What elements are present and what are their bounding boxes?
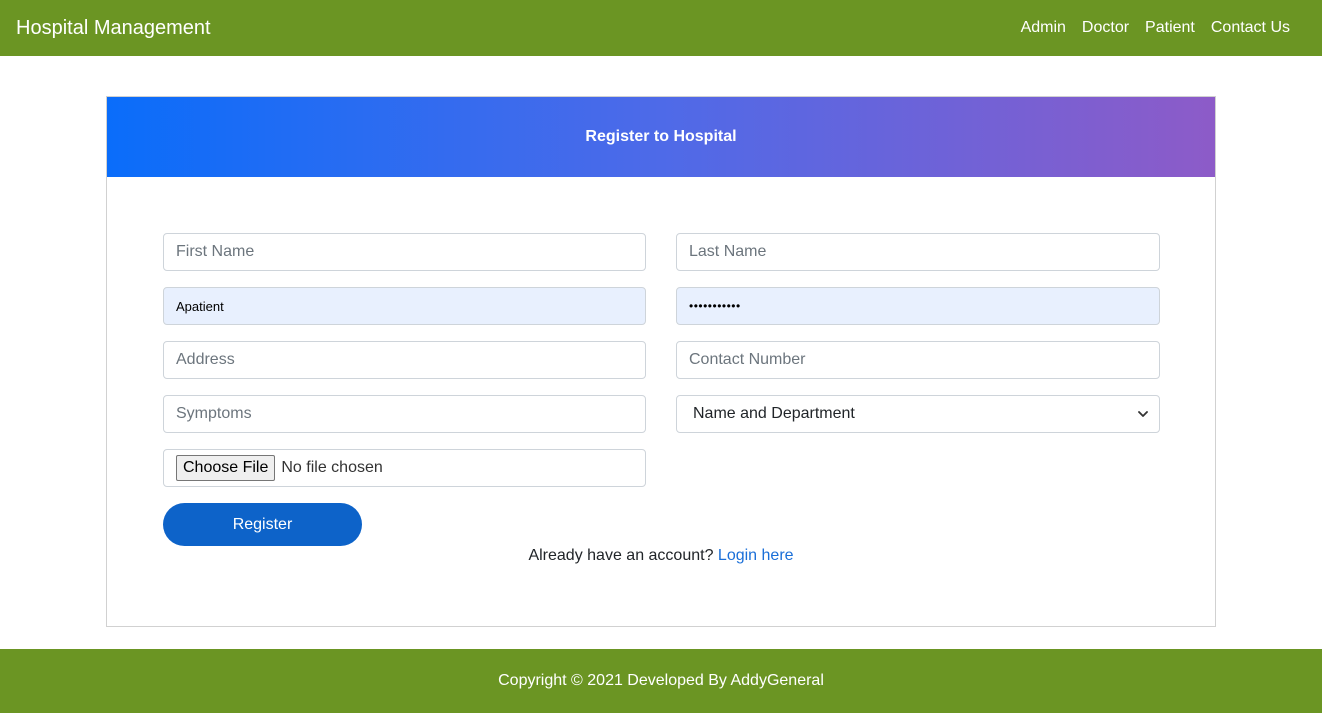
nav-link-admin[interactable]: Admin: [1013, 19, 1074, 37]
nav-link-contact-us[interactable]: Contact Us: [1203, 19, 1298, 37]
contact-number-input[interactable]: Contact Number: [676, 341, 1160, 379]
nav-links: Admin Doctor Patient Contact Us: [1013, 19, 1298, 37]
card-header: Register to Hospital: [107, 97, 1215, 177]
top-navbar: Hospital Management Admin Doctor Patient…: [0, 0, 1322, 56]
login-link[interactable]: Login here: [718, 547, 794, 564]
chevron-down-icon: [1138, 411, 1148, 417]
file-status-text: No file chosen: [281, 459, 383, 476]
contact-number-placeholder: Contact Number: [689, 351, 806, 368]
register-title: Register to Hospital: [585, 128, 737, 145]
username-input[interactable]: Apatient: [163, 287, 646, 325]
address-input[interactable]: Address: [163, 341, 646, 379]
username-value: Apatient: [176, 298, 224, 314]
department-select[interactable]: Name and Department: [676, 395, 1160, 433]
brand-link[interactable]: Hospital Management: [16, 17, 211, 40]
department-selected-value: Name and Department: [693, 405, 855, 422]
login-prompt: Already have an account? Login here: [0, 547, 1322, 565]
symptoms-input[interactable]: Symptoms: [163, 395, 646, 433]
footer-copyright: Copyright © 2021 Developed By AddyGenera…: [498, 672, 824, 689]
first-name-placeholder: First Name: [176, 243, 255, 260]
nav-link-patient[interactable]: Patient: [1137, 19, 1203, 37]
password-input[interactable]: •••••••••••: [676, 287, 1160, 325]
login-prompt-text: Already have an account?: [528, 547, 718, 564]
symptoms-placeholder: Symptoms: [176, 405, 252, 422]
address-placeholder: Address: [176, 351, 235, 368]
choose-file-button[interactable]: Choose File: [176, 455, 276, 481]
nav-link-doctor[interactable]: Doctor: [1074, 19, 1137, 37]
first-name-input[interactable]: First Name: [163, 233, 646, 271]
footer: Copyright © 2021 Developed By AddyGenera…: [0, 649, 1322, 713]
file-upload-field: Choose File No file chosen: [163, 449, 646, 487]
last-name-input[interactable]: Last Name: [676, 233, 1160, 271]
register-button[interactable]: Register: [163, 503, 362, 546]
last-name-placeholder: Last Name: [689, 243, 767, 260]
password-value: •••••••••••: [689, 299, 741, 313]
